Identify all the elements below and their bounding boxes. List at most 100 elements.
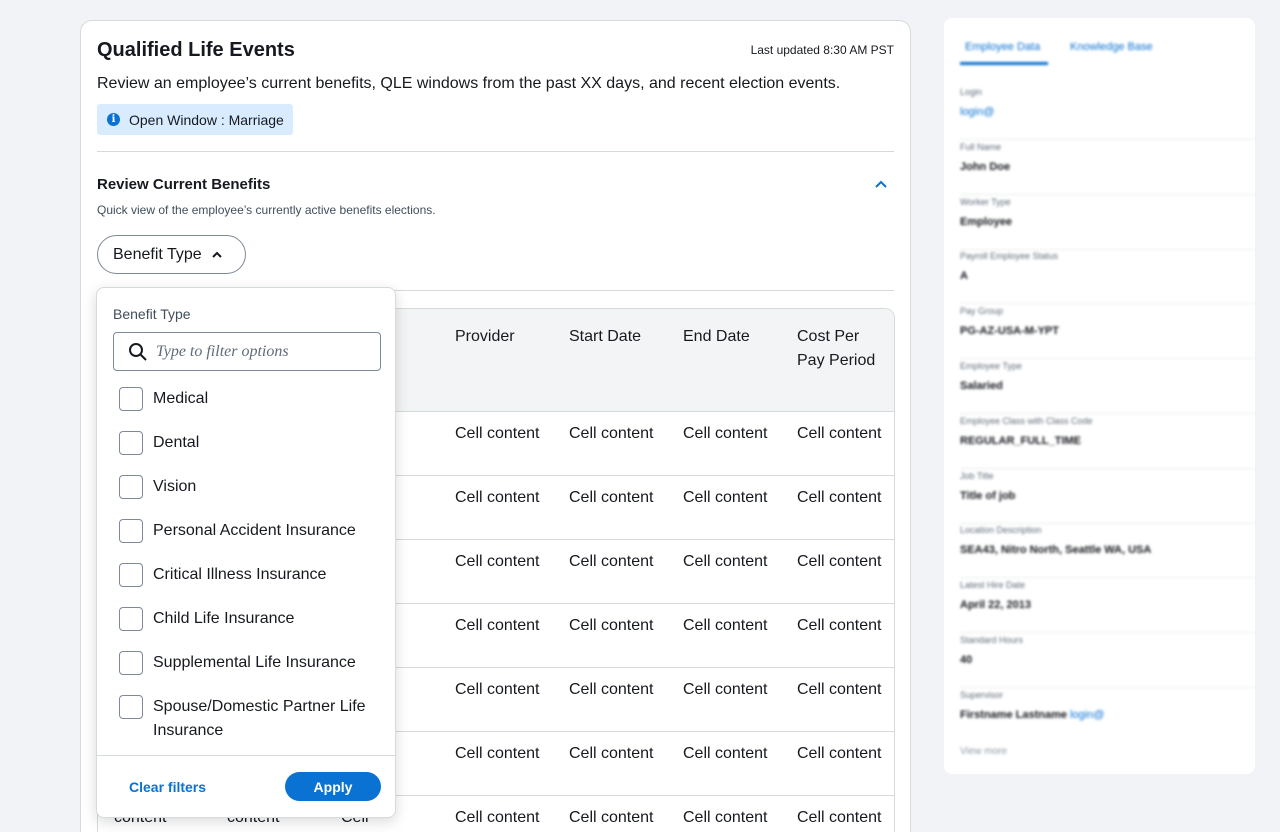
field-label: Job Title	[960, 470, 994, 481]
info-icon: i	[107, 113, 120, 126]
filter-option-label: Spouse/Domestic Partner Life Insurance	[153, 698, 366, 739]
field-value-text: PG-AZ-USA-M-YPT	[960, 325, 1059, 338]
filter-option-label: Critical Illness Insurance	[153, 566, 327, 583]
chevron-up-icon[interactable]	[874, 177, 888, 191]
checkbox[interactable]	[119, 519, 143, 543]
employee-field: Supervisor Firstname Lastname login@	[960, 690, 1104, 721]
table-cell: Cell content	[569, 617, 654, 634]
filter-option[interactable]: Dental	[119, 431, 378, 455]
filter-option-label: Child Life Insurance	[153, 610, 295, 627]
table-cell: Cell content	[569, 745, 654, 762]
filter-option[interactable]: Personal Accident Insurance	[119, 519, 378, 543]
field-value: Firstname Lastname login@	[960, 709, 1104, 721]
view-more-link[interactable]: View more	[960, 746, 1007, 757]
benefit-type-dropdown: Benefit Type Medical Dental Vision Personal…	[96, 287, 396, 818]
divider	[960, 193, 1255, 195]
checkbox[interactable]	[119, 607, 143, 631]
checkbox[interactable]	[119, 387, 143, 411]
open-window-badge: i Open Window : Marriage	[97, 104, 293, 135]
filter-option[interactable]: Supplemental Life Insurance	[119, 651, 378, 675]
employee-field: Payroll Employee Status A	[960, 251, 1058, 282]
employee-field: Login login@	[960, 87, 994, 118]
employee-field: Job Title Title of job	[960, 471, 1015, 502]
column-header-cost: Cost Per Pay Period	[797, 328, 876, 369]
filter-button-label: Benefit Type	[113, 245, 202, 263]
divider	[960, 413, 1255, 414]
employee-field: Location Description SEA43, Nitro North, …	[960, 525, 1151, 556]
table-cell: Cell content	[683, 809, 768, 826]
table-cell: Cell content	[455, 745, 540, 762]
checkbox[interactable]	[119, 651, 143, 675]
login-link[interactable]: login@	[960, 106, 994, 118]
table-cell: Cell content	[683, 489, 768, 506]
divider	[960, 358, 1255, 360]
open-window-label: Open Window : Marriage	[129, 111, 284, 128]
apply-button[interactable]: Apply	[285, 772, 381, 801]
table-cell: Cell content	[683, 681, 768, 698]
field-label: Standard Hours	[960, 635, 1024, 645]
field-value: John Doe	[960, 161, 1010, 173]
employee-field: Full Name John Doe	[960, 142, 1010, 173]
checkbox[interactable]	[119, 695, 143, 719]
tab-employee-data[interactable]: Employee Data	[965, 41, 1040, 53]
divider	[960, 248, 1255, 250]
filter-option-label: Personal Accident Insurance	[153, 522, 356, 539]
field-value-text: A	[960, 270, 968, 283]
table-cell: Cell content	[455, 425, 540, 442]
field-value-text: Title of job	[960, 489, 1016, 502]
filter-search-box[interactable]	[113, 332, 381, 371]
field-value-text: REGULAR_FULL_TIME	[960, 434, 1081, 447]
employee-field: Employee Class with Class Code REGULAR_FU…	[960, 416, 1093, 447]
table-cell: Cell content	[569, 809, 654, 826]
employee-field: Standard Hours 40	[960, 635, 1023, 666]
checkbox[interactable]	[119, 563, 143, 587]
employee-field: Employee Type Salaried	[960, 361, 1022, 392]
column-header-provider: Provider	[455, 328, 515, 345]
table-cell: Cell content	[683, 553, 768, 570]
field-label: Latest Hire Date	[960, 580, 1026, 591]
table-cell: Cell content	[569, 553, 654, 570]
table-cell: Cell content	[455, 489, 540, 506]
divider	[960, 687, 1255, 688]
filter-option-label: Dental	[153, 434, 200, 451]
field-value: login@	[960, 106, 994, 118]
filter-option[interactable]: Medical	[119, 387, 378, 411]
column-header-end-date: End Date	[683, 328, 750, 345]
divider	[960, 632, 1255, 634]
table-cell: Cell content	[455, 553, 540, 570]
filter-option[interactable]: Spouse/Domestic Partner Life Insurance	[119, 695, 378, 743]
filter-option-label: Medical	[153, 390, 209, 407]
checkbox[interactable]	[119, 475, 143, 499]
login-link[interactable]: login@	[1070, 709, 1104, 721]
table-cell: Cell content	[797, 425, 882, 442]
table-cell: Cell content	[455, 617, 540, 634]
search-icon	[129, 343, 147, 361]
table-cell: Cell content	[797, 681, 882, 698]
field-value-text: April 22, 2013	[960, 599, 1031, 612]
table-cell: Cell content	[569, 681, 654, 698]
section-description: Quick view of the employee’s currently a…	[97, 203, 436, 217]
field-label: Worker Type	[960, 196, 1011, 207]
field-label: Location Description	[960, 525, 1042, 536]
field-value: REGULAR_FULL_TIME	[960, 435, 1093, 447]
field-value: 40	[960, 654, 1023, 666]
active-tab-indicator	[960, 62, 1048, 65]
filter-search-input[interactable]	[156, 342, 366, 361]
filter-option[interactable]: Critical Illness Insurance	[119, 563, 378, 587]
table-cell: Cell content	[797, 809, 882, 826]
field-value: Title of job	[960, 490, 1015, 502]
tab-knowledge-base[interactable]: Knowledge Base	[1070, 41, 1153, 53]
checkbox[interactable]	[119, 431, 143, 455]
clear-filters-link[interactable]: Clear filters	[129, 779, 206, 795]
employee-field: Worker Type Employee	[960, 197, 1012, 228]
filter-option[interactable]: Child Life Insurance	[119, 607, 378, 631]
field-label: Payroll Employee Status	[960, 251, 1059, 262]
field-value: PG-AZ-USA-M-YPT	[960, 325, 1059, 337]
filter-option[interactable]: Vision	[119, 475, 378, 499]
column-header-start-date: Start Date	[569, 328, 642, 345]
table-cell: Cell content	[797, 745, 882, 762]
field-value-text: 40	[960, 654, 973, 666]
benefit-type-filter-button[interactable]: Benefit Type	[97, 235, 246, 274]
field-label: Full Name	[960, 141, 1002, 152]
field-label: Supervisor	[960, 689, 1004, 700]
